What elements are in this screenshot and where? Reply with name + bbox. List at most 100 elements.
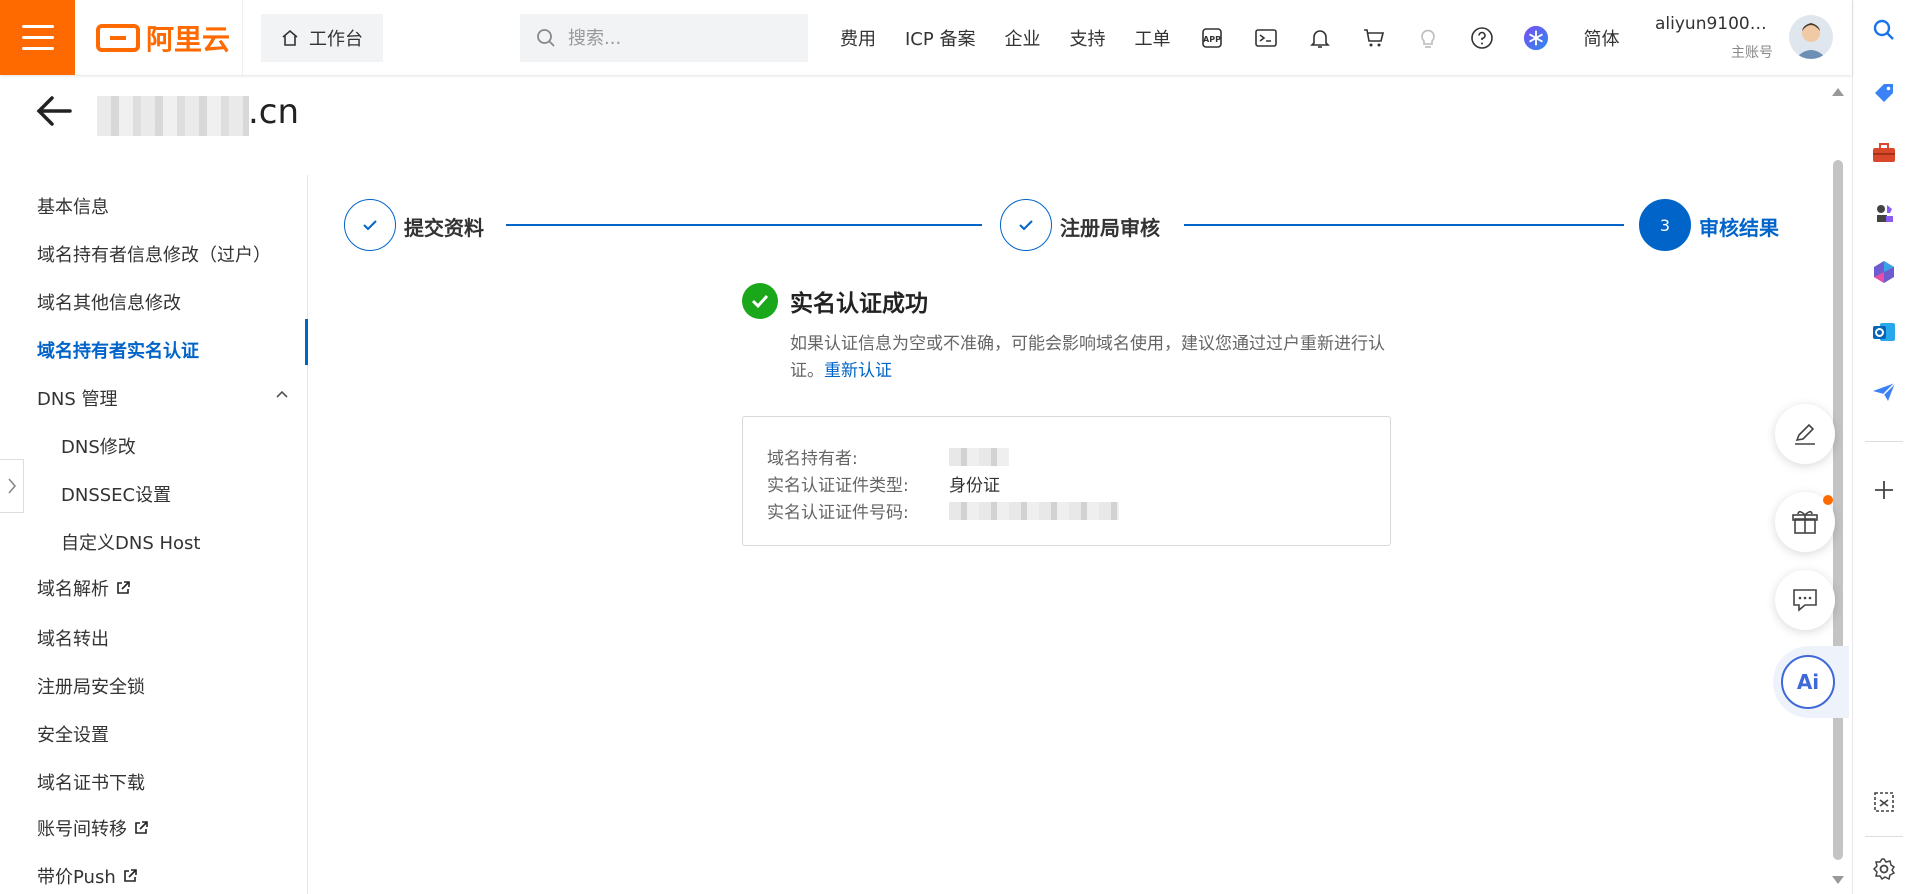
sidebar-item-basic-info[interactable]: 基本信息 (37, 193, 109, 219)
step-1-circle (344, 199, 396, 251)
sidebar-toggle[interactable] (0, 459, 24, 513)
sidebar-item-account-transfer[interactable]: 账号间转移 (37, 815, 149, 841)
ai-icon: Ai (1781, 655, 1835, 709)
external-link-icon (135, 821, 148, 834)
chat-button[interactable] (1775, 570, 1835, 630)
success-check-icon (742, 283, 778, 319)
sidebar-item-dns-edit[interactable]: DNS修改 (61, 433, 136, 459)
search-input[interactable] (568, 27, 788, 49)
sidebar-item-transfer-out[interactable]: 域名转出 (37, 625, 109, 651)
step-connector (506, 224, 982, 226)
sidebar-item-label: 带价Push (37, 867, 116, 888)
bell-icon[interactable] (1307, 25, 1333, 51)
realname-info-box: 域名持有者: 实名认证证件类型: 身份证 实名认证证件号码: (742, 416, 1391, 546)
divider (242, 0, 243, 75)
divider (1865, 441, 1903, 442)
user-role: 主账号 (1731, 45, 1773, 61)
sidebar-item-realname-auth[interactable]: 域名持有者实名认证 (37, 337, 199, 363)
sidebar-item-dns-resolve[interactable]: 域名解析 (37, 575, 131, 601)
scroll-thumb[interactable] (1833, 160, 1843, 860)
scroll-down-arrow[interactable] (1832, 876, 1844, 884)
chess-icon[interactable] (1870, 199, 1898, 227)
sidebar-item-certificate[interactable]: 域名证书下载 (37, 769, 145, 795)
lightbulb-icon[interactable] (1415, 25, 1441, 51)
owner-label: 域名持有者: (767, 449, 858, 469)
screenshot-icon[interactable] (1870, 788, 1898, 816)
sidebar-item-custom-dns-host[interactable]: 自定义DNS Host (61, 529, 200, 555)
outlook-icon[interactable] (1870, 318, 1898, 346)
info-row-owner: 域名持有者: (767, 443, 1366, 470)
edit-icon (1795, 423, 1815, 445)
help-icon[interactable] (1469, 25, 1495, 51)
step-1-label: 提交资料 (404, 216, 484, 240)
nav-fees[interactable]: 费用 (840, 25, 876, 51)
nav-support[interactable]: 支持 (1069, 25, 1105, 51)
search-icon (537, 29, 555, 47)
result-panel: 实名认证成功 如果认证信息为空或不准确，可能会影响域名使用，建议您通过过户重新进… (742, 283, 1392, 385)
sidebar-item-registry-lock[interactable]: 注册局安全锁 (37, 673, 145, 699)
menu-icon[interactable] (0, 0, 75, 75)
ai-assistant-button[interactable]: Ai (1773, 646, 1849, 718)
send-icon[interactable] (1870, 378, 1898, 406)
aliyun-logo[interactable]: 阿里云 (96, 20, 230, 56)
step-3-label: 审核结果 (1699, 216, 1779, 240)
scrollbar[interactable] (1830, 84, 1846, 890)
scroll-up-arrow[interactable] (1832, 88, 1844, 96)
gift-button[interactable] (1775, 492, 1835, 552)
cart-icon[interactable] (1361, 25, 1387, 51)
reauth-link[interactable]: 重新认证 (824, 361, 892, 381)
sidebar-item-dns-management[interactable]: DNS 管理 (37, 385, 117, 411)
app-icon[interactable]: APP (1199, 25, 1225, 51)
sidebar-item-label: 账号间转移 (37, 819, 127, 840)
sidebar-item-security[interactable]: 安全设置 (37, 721, 109, 747)
chevron-right-icon (7, 478, 16, 494)
divider (1865, 836, 1903, 837)
svg-text:APP: APP (1203, 35, 1221, 44)
logo-text: 阿里云 (146, 23, 231, 56)
terminal-icon[interactable] (1253, 25, 1279, 51)
gear-icon[interactable] (1870, 855, 1898, 883)
workbench-label: 工作台 (309, 29, 363, 50)
notification-dot (1823, 495, 1833, 505)
active-indicator (305, 319, 308, 365)
workbench-button[interactable]: 工作台 (261, 14, 383, 62)
sidebar-item-label: DNS 管理 (37, 389, 118, 410)
search-box[interactable] (520, 14, 808, 62)
copilot-icon[interactable] (1870, 258, 1898, 286)
top-nav: 费用 ICP 备案 企业 支持 工单 APP 简体 (840, 0, 1619, 75)
cert-no-label: 实名认证证件号码: (767, 503, 909, 523)
sidebar: 基本信息 域名持有者信息修改（过户） 域名其他信息修改 域名持有者实名认证 DN… (0, 175, 308, 894)
domain-name-redacted (97, 96, 249, 136)
sidebar-item-other-info[interactable]: 域名其他信息修改 (37, 289, 181, 315)
sidebar-item-price-push[interactable]: 带价Push (37, 863, 138, 889)
back-arrow-icon[interactable] (34, 94, 74, 132)
right-toolbar (1852, 0, 1914, 894)
check-icon (363, 220, 377, 231)
aliyun-logo-mark (96, 24, 140, 52)
step-3-circle: 3 (1639, 199, 1691, 251)
home-icon (282, 29, 298, 46)
info-row-cert-type: 实名认证证件类型: 身份证 (767, 470, 1366, 497)
avatar[interactable] (1789, 15, 1833, 59)
ai-assistant-icon[interactable] (1523, 25, 1549, 51)
tag-icon[interactable] (1870, 79, 1898, 107)
step-connector (1184, 224, 1624, 226)
result-title: 实名认证成功 (742, 283, 1392, 319)
chevron-up-icon[interactable] (275, 388, 289, 402)
sidebar-item-dnssec[interactable]: DNSSEC设置 (61, 481, 171, 507)
language-switch[interactable]: 简体 (1583, 25, 1619, 51)
toolbox-icon[interactable] (1870, 139, 1898, 167)
user-name: aliyun91003... (1655, 14, 1773, 34)
top-navbar: 阿里云 工作台 费用 ICP 备案 企业 支持 工单 APP (0, 0, 1852, 75)
feedback-edit-button[interactable] (1775, 404, 1835, 464)
user-info[interactable]: aliyun91003... 主账号 (1655, 14, 1773, 62)
nav-enterprise[interactable]: 企业 (1004, 25, 1040, 51)
search-icon[interactable] (1870, 16, 1898, 44)
result-title-text: 实名认证成功 (790, 291, 928, 317)
nav-icp[interactable]: ICP 备案 (905, 25, 975, 51)
add-icon[interactable] (1870, 476, 1898, 504)
sidebar-item-owner-change[interactable]: 域名持有者信息修改（过户） (37, 241, 271, 267)
owner-value-redacted (949, 447, 1009, 466)
gift-icon (1792, 510, 1818, 534)
nav-ticket[interactable]: 工单 (1134, 25, 1170, 51)
